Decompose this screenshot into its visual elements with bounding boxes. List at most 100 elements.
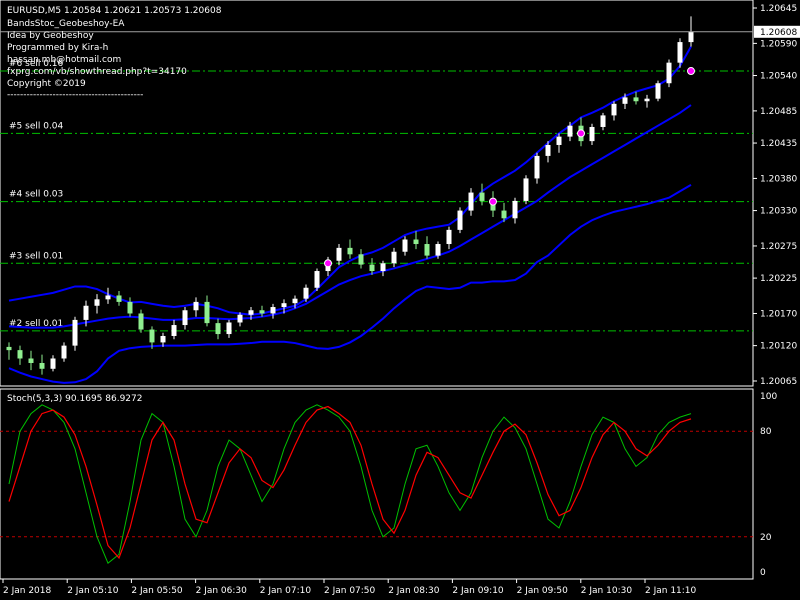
candle-body: [413, 239, 419, 245]
stoch-main-line: [8, 404, 692, 565]
candle-body: [391, 251, 397, 264]
candle-body: [17, 350, 23, 359]
time-label: 2 Jan 05:50: [131, 586, 183, 596]
candle-body: [611, 103, 617, 116]
candle-body: [369, 264, 375, 272]
candle-body: [677, 42, 683, 63]
candle-body: [61, 345, 67, 359]
signal-marker: [489, 197, 497, 206]
candle-body: [589, 126, 595, 142]
time-axis: 2 Jan 2018 2 Jan 05:10 2 Jan 05:50 2 Jan 06…: [2, 579, 697, 596]
candle-body: [314, 271, 320, 288]
candle-body: [248, 310, 254, 315]
separator-line: ----------------------------------------…: [7, 90, 143, 100]
stoch-axis-label: 100: [760, 392, 777, 402]
candle-body: [303, 287, 309, 299]
candle-body: [226, 322, 232, 335]
candle-body: [127, 301, 133, 314]
candle-body: [512, 200, 518, 219]
candle-body: [83, 305, 89, 320]
candle-body: [633, 97, 639, 102]
candle-body: [259, 310, 265, 314]
stoch-axis-label: 20: [760, 533, 772, 543]
candle-body: [270, 307, 276, 314]
time-label: 2 Jan 07:50: [324, 586, 376, 596]
price-axis: 1.20645 1.20590 1.20540 1.20485 1.20435 1.203…: [753, 4, 797, 387]
time-label: 2 Jan 2018: [3, 586, 51, 596]
candle-body: [655, 83, 661, 99]
signal-marker: [577, 129, 585, 138]
band-middle: [8, 104, 692, 329]
band-upper: [8, 46, 692, 316]
time-label: 2 Jan 09:50: [517, 586, 569, 596]
time-label: 2 Jan 07:10: [260, 586, 312, 596]
programmer-line: Programmed by Kira-h: [7, 43, 108, 53]
price-label: 1.20275: [760, 242, 797, 252]
candle-body: [567, 125, 573, 137]
price-label: 1.20590: [760, 39, 797, 49]
signal-marker: [324, 259, 332, 268]
stoch-axis-label: 80: [760, 427, 772, 437]
candle-body: [215, 323, 221, 335]
candle-body: [446, 229, 452, 245]
time-label: 2 Jan 05:10: [67, 586, 119, 596]
candle-body: [534, 155, 540, 179]
candle-body: [39, 362, 45, 369]
candle-body: [28, 358, 34, 363]
candle-body: [94, 299, 100, 306]
sell-level-label: #3 sell 0.01: [9, 251, 63, 261]
price-label: 1.20435: [760, 139, 797, 149]
price-label: 1.20645: [760, 4, 797, 14]
stoch-axis-label: 0: [760, 568, 766, 578]
candle-body: [556, 136, 562, 145]
candle-body: [182, 310, 188, 326]
candle-body: [457, 210, 463, 230]
candle-body: [501, 210, 507, 219]
candle-body: [72, 319, 78, 346]
candle-body: [149, 329, 155, 343]
idea-line: Idea by Geobeshoy: [7, 31, 94, 41]
candle-body: [160, 335, 166, 343]
price-label: 1.20225: [760, 274, 797, 284]
candle-body: [523, 178, 529, 201]
time-label: 2 Jan 09:10: [452, 586, 504, 596]
candle-body: [402, 239, 408, 252]
chart-canvas[interactable]: #6 sell 0.16#5 sell 0.04#4 sell 0.03#3 s…: [0, 0, 800, 600]
current-price-label: 1.20608: [760, 28, 797, 38]
candle-body: [358, 254, 364, 265]
copyright-line: Copyright ©2019: [7, 79, 86, 89]
candle-body: [50, 358, 56, 369]
candle-body: [281, 303, 287, 308]
signal-marker: [687, 67, 695, 76]
candle-body: [6, 346, 12, 351]
signal-markers: [324, 67, 695, 268]
time-label: 2 Jan 10:30: [581, 586, 633, 596]
candle-body: [600, 115, 606, 127]
candle-body: [545, 144, 551, 156]
email-line: hassan.mb@hotmail.com: [7, 55, 121, 65]
stochastic-indicator: 100 80 20 0: [0, 392, 777, 578]
price-label: 1.20380: [760, 174, 797, 184]
indicator-title: Stoch(5,3,3) 90.1695 86.9272: [7, 394, 142, 404]
price-label: 1.20330: [760, 207, 797, 217]
price-label: 1.20065: [760, 377, 797, 387]
sell-level-label: #4 sell 0.03: [9, 190, 63, 200]
header-block: EURUSD,M5 1.20584 1.20621 1.20573 1.2060…: [7, 6, 222, 100]
candle-body: [424, 244, 430, 256]
candle-body: [644, 98, 650, 102]
candle-body: [292, 298, 298, 304]
time-label: 2 Jan 11:10: [645, 586, 697, 596]
price-label: 1.20170: [760, 309, 797, 319]
candle-body: [193, 301, 199, 311]
price-label: 1.20120: [760, 342, 797, 352]
candle-body: [622, 97, 628, 104]
time-label: 2 Jan 08:30: [388, 586, 440, 596]
price-label: 1.20485: [760, 107, 797, 117]
sell-level-label: #5 sell 0.04: [9, 121, 64, 131]
candle-body: [171, 325, 177, 336]
symbol-line: EURUSD,M5 1.20584 1.20621 1.20573 1.2060…: [7, 6, 222, 16]
band-lower: [8, 183, 692, 384]
ea-name: BandsStoc_Geobeshoy-EA: [7, 19, 125, 29]
candle-body: [204, 301, 210, 324]
candle-body: [380, 263, 386, 272]
